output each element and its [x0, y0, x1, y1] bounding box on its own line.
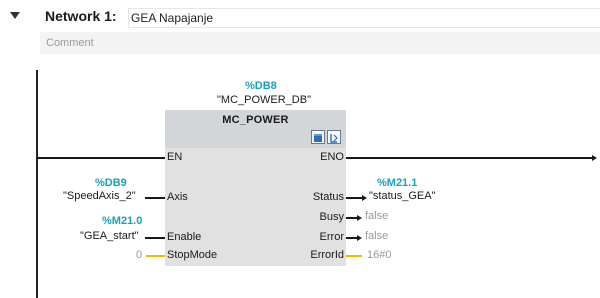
status-wire	[346, 197, 362, 199]
instance-db-name[interactable]: "MC_POWER_DB"	[217, 94, 311, 107]
network-title-field[interactable]: GEA Napajanje	[128, 8, 600, 28]
axis-operand[interactable]: "SpeedAxis_2"	[63, 190, 136, 203]
pin-error: Error	[319, 231, 344, 243]
block-type-name: MC_POWER	[222, 114, 289, 126]
en-wire[interactable]	[36, 157, 165, 159]
error-arrow-icon	[357, 235, 362, 241]
errorid-value[interactable]: 16#0	[367, 249, 391, 262]
pin-en: EN	[167, 151, 183, 163]
enable-wire	[145, 237, 165, 239]
enable-address: %M21.0	[102, 215, 143, 227]
error-value[interactable]: false	[365, 230, 388, 243]
instance-db-address: %DB8	[245, 80, 277, 92]
pin-eno: ENO	[320, 151, 344, 163]
eno-wire-end-icon	[592, 155, 597, 161]
axis-wire	[145, 197, 165, 199]
busy-value[interactable]: false	[365, 210, 388, 223]
status-arrow-icon	[362, 195, 367, 201]
network-label: Network 1:	[45, 8, 117, 24]
pin-enable: Enable	[167, 231, 202, 243]
pin-stopmode: StopMode	[167, 249, 218, 261]
stopmode-value[interactable]: 0	[136, 249, 142, 262]
busy-arrow-icon	[357, 215, 362, 221]
db-icon[interactable]	[311, 130, 325, 144]
collapse-toggle-icon[interactable]	[10, 12, 20, 19]
errorid-wire	[346, 255, 362, 257]
axis-address: %DB9	[95, 177, 127, 189]
status-address: %M21.1	[377, 177, 418, 189]
enable-operand[interactable]: "GEA_start"	[80, 230, 139, 243]
pin-axis: Axis	[167, 191, 188, 203]
network-header: Network 1: GEA Napajanje Comment	[0, 0, 600, 60]
network-comment-field[interactable]: Comment	[40, 32, 600, 54]
pin-status: Status	[312, 191, 344, 203]
mc-power-block[interactable]: MC_POWER EN Axis Enable StopMode ENO Sta…	[165, 110, 346, 266]
pin-errorid: ErrorId	[310, 249, 344, 261]
block-info-icon[interactable]	[327, 130, 341, 144]
status-operand[interactable]: "status_GEA"	[369, 190, 436, 203]
eno-wire[interactable]	[346, 157, 592, 159]
pin-busy: Busy	[319, 211, 344, 223]
left-power-rail	[36, 70, 38, 298]
stopmode-wire	[146, 255, 165, 257]
block-header: MC_POWER	[165, 110, 346, 148]
